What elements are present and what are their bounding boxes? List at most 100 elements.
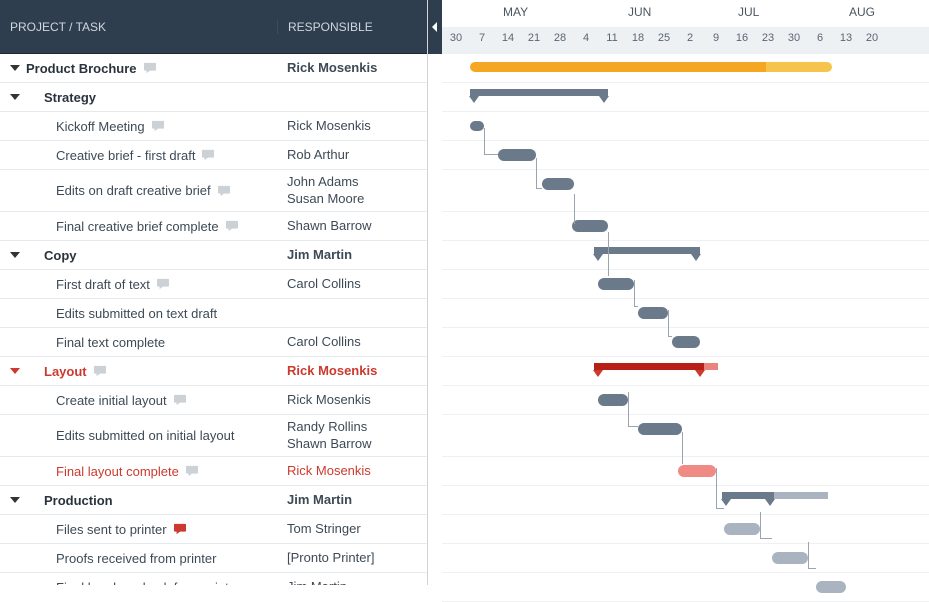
gantt-rows[interactable] bbox=[428, 54, 929, 585]
caret-icon[interactable] bbox=[10, 65, 20, 71]
comment-icon[interactable] bbox=[201, 149, 215, 161]
responsible-cell[interactable]: Randy RollinsShawn Barrow bbox=[277, 419, 427, 452]
task-row[interactable]: Layout Rick Mosenkis bbox=[0, 357, 427, 386]
responsible-cell[interactable]: [Pronto Printer] bbox=[277, 550, 427, 566]
responsible-cell[interactable]: Carol Collins bbox=[277, 276, 427, 292]
responsible-cell[interactable]: Jim Martin bbox=[277, 579, 427, 585]
gantt-row[interactable] bbox=[442, 328, 929, 357]
task-row[interactable]: Edits on draft creative brief John Adams… bbox=[0, 170, 427, 212]
gantt-bar[interactable] bbox=[772, 552, 808, 564]
gantt-bar[interactable] bbox=[722, 492, 774, 499]
comment-icon[interactable] bbox=[173, 394, 187, 406]
responsible-cell[interactable]: Tom Stringer bbox=[277, 521, 427, 537]
comment-icon[interactable] bbox=[217, 185, 231, 197]
day-label[interactable]: 30 bbox=[444, 32, 468, 44]
day-label[interactable]: 4 bbox=[574, 32, 598, 44]
task-row[interactable]: Strategy bbox=[0, 83, 427, 112]
gantt-row[interactable] bbox=[442, 112, 929, 141]
comment-icon[interactable] bbox=[93, 365, 107, 377]
gantt-row[interactable] bbox=[442, 415, 929, 457]
collapse-panel-button[interactable] bbox=[428, 0, 442, 54]
day-label[interactable]: 11 bbox=[600, 32, 624, 44]
col-header-responsible[interactable]: RESPONSIBLE bbox=[277, 20, 427, 34]
task-row[interactable]: Product Brochure Rick Mosenkis bbox=[0, 54, 427, 83]
day-label[interactable]: 14 bbox=[496, 32, 520, 44]
responsible-cell[interactable]: Shawn Barrow bbox=[277, 218, 427, 234]
gantt-bar[interactable] bbox=[572, 220, 608, 232]
responsible-cell[interactable]: Jim Martin bbox=[277, 492, 427, 508]
gantt-bar[interactable] bbox=[638, 307, 668, 319]
day-label[interactable]: 28 bbox=[548, 32, 572, 44]
comment-icon[interactable] bbox=[151, 120, 165, 132]
gantt-bar[interactable] bbox=[594, 363, 704, 370]
gantt-bar[interactable] bbox=[598, 394, 628, 406]
gantt-row[interactable] bbox=[442, 299, 929, 328]
day-label[interactable]: 9 bbox=[704, 32, 728, 44]
responsible-cell[interactable]: Rob Arthur bbox=[277, 147, 427, 163]
gantt-bar[interactable] bbox=[638, 423, 682, 435]
task-row[interactable]: Proofs received from printer[Pronto Prin… bbox=[0, 544, 427, 573]
task-row[interactable]: Create initial layout Rick Mosenkis bbox=[0, 386, 427, 415]
responsible-cell[interactable]: Carol Collins bbox=[277, 334, 427, 350]
day-label[interactable]: 13 bbox=[834, 32, 858, 44]
day-label[interactable]: 7 bbox=[470, 32, 494, 44]
task-row[interactable]: Edits submitted on text draft bbox=[0, 299, 427, 328]
gantt-row[interactable] bbox=[442, 83, 929, 112]
task-row[interactable]: Edits submitted on initial layoutRandy R… bbox=[0, 415, 427, 457]
gantt-row[interactable] bbox=[442, 170, 929, 212]
gantt-bar[interactable] bbox=[816, 581, 846, 593]
task-row[interactable]: Final creative brief complete Shawn Barr… bbox=[0, 212, 427, 241]
responsible-cell[interactable]: John AdamsSusan Moore bbox=[277, 174, 427, 207]
task-row[interactable]: CopyJim Martin bbox=[0, 241, 427, 270]
day-label[interactable]: 2 bbox=[678, 32, 702, 44]
caret-icon[interactable] bbox=[10, 497, 20, 503]
gantt-row[interactable] bbox=[442, 573, 929, 602]
gantt-bar[interactable] bbox=[470, 121, 484, 131]
gantt-row[interactable] bbox=[442, 141, 929, 170]
task-row[interactable]: Final layout complete Rick Mosenkis bbox=[0, 457, 427, 486]
gantt-bar[interactable] bbox=[598, 278, 634, 290]
day-label[interactable]: 18 bbox=[626, 32, 650, 44]
col-header-task[interactable]: PROJECT / TASK bbox=[0, 20, 277, 34]
gantt-bar[interactable] bbox=[498, 149, 536, 161]
gantt-bar[interactable] bbox=[594, 247, 700, 254]
gantt-bar[interactable] bbox=[470, 89, 608, 96]
gantt-row[interactable] bbox=[442, 544, 929, 573]
gantt-bar[interactable] bbox=[724, 523, 760, 535]
gantt-row[interactable] bbox=[442, 241, 929, 270]
gantt-row[interactable] bbox=[442, 357, 929, 386]
task-row[interactable]: Files sent to printer Tom Stringer bbox=[0, 515, 427, 544]
responsible-cell[interactable]: Rick Mosenkis bbox=[277, 363, 427, 379]
caret-icon[interactable] bbox=[10, 252, 20, 258]
comment-icon[interactable] bbox=[225, 220, 239, 232]
comment-icon[interactable] bbox=[173, 523, 187, 535]
gantt-row[interactable] bbox=[442, 212, 929, 241]
gantt-bar[interactable] bbox=[542, 178, 574, 190]
gantt-row[interactable] bbox=[442, 270, 929, 299]
day-label[interactable]: 23 bbox=[756, 32, 780, 44]
day-label[interactable]: 16 bbox=[730, 32, 754, 44]
day-label[interactable]: 20 bbox=[860, 32, 884, 44]
gantt-row[interactable] bbox=[442, 515, 929, 544]
gantt-row[interactable] bbox=[442, 386, 929, 415]
day-label[interactable]: 30 bbox=[782, 32, 806, 44]
responsible-cell[interactable]: Rick Mosenkis bbox=[277, 60, 427, 76]
comment-icon[interactable] bbox=[185, 465, 199, 477]
caret-icon[interactable] bbox=[10, 368, 20, 374]
responsible-cell[interactable]: Rick Mosenkis bbox=[277, 392, 427, 408]
task-row[interactable]: Final text completeCarol Collins bbox=[0, 328, 427, 357]
responsible-cell[interactable]: Rick Mosenkis bbox=[277, 118, 427, 134]
gantt-bar[interactable] bbox=[678, 465, 716, 477]
gantt-row[interactable] bbox=[442, 457, 929, 486]
gantt-row[interactable] bbox=[442, 486, 929, 515]
responsible-cell[interactable]: Jim Martin bbox=[277, 247, 427, 263]
responsible-cell[interactable]: Rick Mosenkis bbox=[277, 463, 427, 479]
day-label[interactable]: 6 bbox=[808, 32, 832, 44]
gantt-bar[interactable] bbox=[470, 62, 766, 72]
task-row[interactable]: Kickoff Meeting Rick Mosenkis bbox=[0, 112, 427, 141]
gantt-row[interactable] bbox=[442, 54, 929, 83]
day-label[interactable]: 21 bbox=[522, 32, 546, 44]
task-row[interactable]: ProductionJim Martin bbox=[0, 486, 427, 515]
caret-icon[interactable] bbox=[10, 94, 20, 100]
comment-icon[interactable] bbox=[156, 278, 170, 290]
